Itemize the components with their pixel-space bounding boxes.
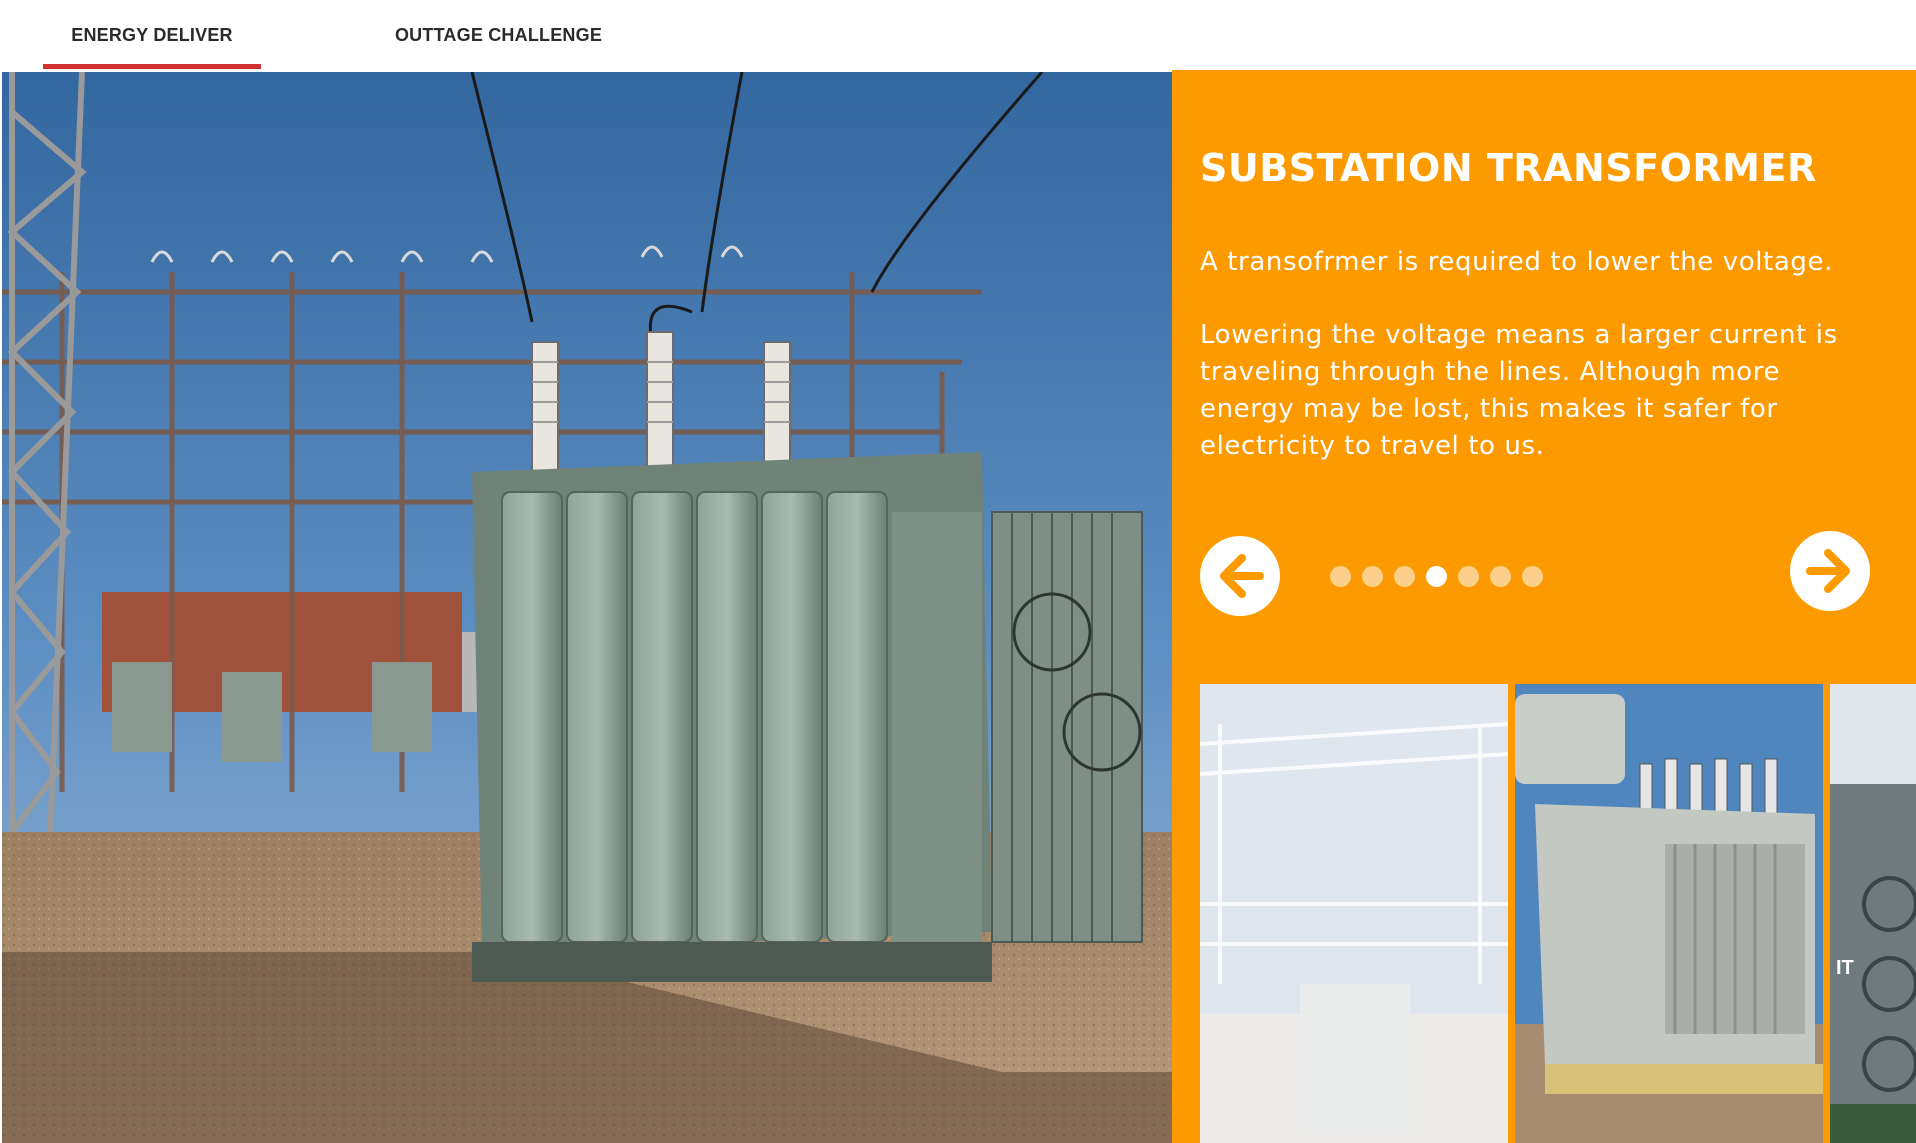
- slide-dot-7[interactable]: [1522, 566, 1543, 587]
- next-button[interactable]: [1790, 531, 1870, 611]
- slide-dot-3[interactable]: [1394, 566, 1415, 587]
- slide-dot-4[interactable]: [1426, 566, 1447, 587]
- slide-dot-6[interactable]: [1490, 566, 1511, 587]
- panel-paragraph-1: A transofrmer is required to lower the v…: [1200, 247, 1833, 277]
- tab-energy-deliver[interactable]: ENERGY DELIVER: [43, 0, 261, 70]
- previous-button[interactable]: [1200, 536, 1280, 616]
- tab-outtage-challenge[interactable]: OUTTAGE CHALLENGE: [370, 0, 627, 70]
- thumbnail-strip: IT: [1200, 684, 1916, 1143]
- slide-pagination: [1330, 566, 1543, 587]
- panel-paragraph-2: Lowering the voltage means a larger curr…: [1200, 320, 1838, 461]
- slide-dot-1[interactable]: [1330, 566, 1351, 587]
- arrow-right-icon: [1806, 549, 1850, 593]
- slide-dot-2[interactable]: [1362, 566, 1383, 587]
- main-photo: [2, 72, 1172, 1143]
- slide-dot-5[interactable]: [1458, 566, 1479, 587]
- arrow-left-icon: [1220, 554, 1264, 598]
- panel-title: SUBSTATION TRANSFORMER: [1200, 146, 1817, 190]
- tab-bar: ENERGY DELIVER OUTTAGE CHALLENGE: [0, 0, 1916, 70]
- info-panel: SUBSTATION TRANSFORMER A transofrmer is …: [1172, 70, 1916, 1143]
- active-tab-indicator: [43, 64, 261, 69]
- thumbnail-3-caption: IT: [1836, 957, 1854, 979]
- thumbnail-2[interactable]: [1515, 684, 1823, 1143]
- thumbnail-1[interactable]: [1200, 684, 1508, 1143]
- thumbnail-3[interactable]: IT: [1830, 684, 1916, 1143]
